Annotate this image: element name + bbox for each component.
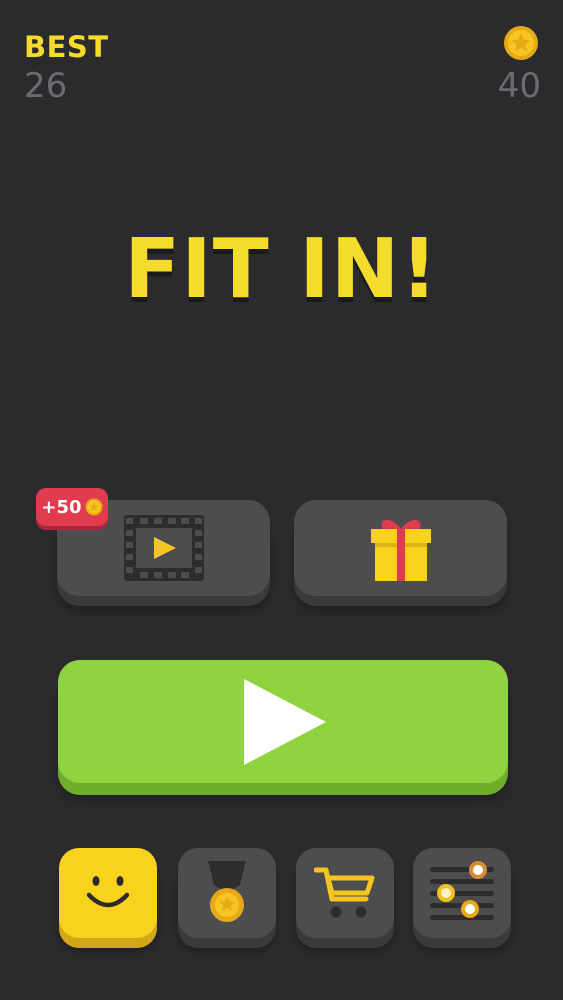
- star-coin-icon: [85, 498, 103, 516]
- star-coin-icon: [504, 26, 538, 60]
- video-reward-badge: +50: [36, 488, 108, 526]
- coin-count: 40: [497, 66, 541, 106]
- medal-icon: [208, 861, 246, 922]
- play-button[interactable]: [58, 660, 508, 783]
- play-icon: [244, 678, 326, 765]
- smiley-face-icon: [86, 876, 130, 908]
- game-title: FIT IN!: [124, 222, 439, 317]
- gift-icon: [370, 519, 431, 581]
- character-button[interactable]: [59, 848, 157, 938]
- best-label: BEST: [24, 30, 109, 64]
- settings-button[interactable]: [413, 848, 511, 938]
- gift-button[interactable]: [294, 500, 507, 596]
- achievements-button[interactable]: [178, 848, 276, 938]
- film-play-icon: [123, 515, 204, 581]
- sliders-icon: [430, 861, 494, 920]
- shop-button[interactable]: [296, 848, 394, 938]
- best-score: 26: [24, 66, 68, 106]
- reward-amount: +50: [41, 496, 82, 518]
- shopping-cart-icon: [314, 867, 375, 918]
